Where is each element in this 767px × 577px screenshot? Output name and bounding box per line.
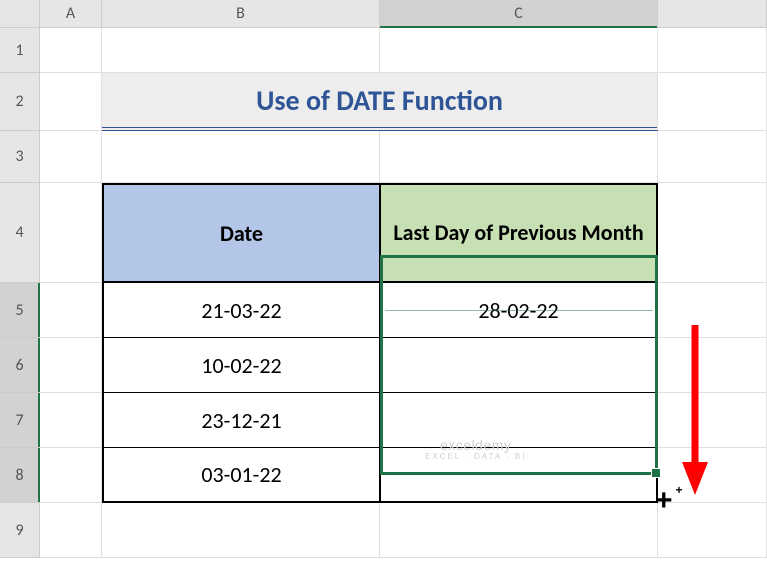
cell-D9[interactable] bbox=[658, 503, 767, 558]
row-header-6[interactable]: 6 bbox=[0, 338, 40, 393]
col-header-A[interactable]: A bbox=[40, 0, 102, 27]
col-header-C[interactable]: C bbox=[380, 0, 658, 27]
row-header-5[interactable]: 5 bbox=[0, 283, 40, 338]
cell-B5[interactable]: 21-03-22 bbox=[102, 283, 380, 338]
cell-C7[interactable] bbox=[380, 393, 658, 448]
cell-C8[interactable] bbox=[380, 448, 658, 503]
column-headers: A B C bbox=[0, 0, 767, 28]
row-header-8[interactable]: 8 bbox=[0, 448, 40, 503]
header-date[interactable]: Date bbox=[102, 183, 380, 283]
cell-A6[interactable] bbox=[40, 338, 102, 393]
grid-body: Use of DATE Function Date Last Day of Pr… bbox=[40, 28, 767, 558]
row-header-7[interactable]: 7 bbox=[0, 393, 40, 448]
cell-B8[interactable]: 03-01-22 bbox=[102, 448, 380, 503]
cell-C3[interactable] bbox=[380, 131, 658, 183]
col-header-D[interactable] bbox=[658, 0, 767, 27]
title-cell[interactable]: Use of DATE Function bbox=[102, 73, 658, 131]
cell-B3[interactable] bbox=[102, 131, 380, 183]
row-header-4[interactable]: 4 bbox=[0, 183, 40, 283]
cell-D4[interactable] bbox=[658, 183, 767, 283]
cell-D7[interactable] bbox=[658, 393, 767, 448]
cell-A8[interactable] bbox=[40, 448, 102, 503]
select-all-corner[interactable] bbox=[0, 0, 40, 27]
cell-D5[interactable] bbox=[658, 283, 767, 338]
cell-B6[interactable]: 10-02-22 bbox=[102, 338, 380, 393]
cell-A1[interactable] bbox=[40, 28, 102, 73]
cell-A2[interactable] bbox=[40, 73, 102, 131]
spreadsheet: A B C 1 2 3 4 5 6 7 8 9 Use of DATE Func… bbox=[0, 0, 767, 28]
row-header-3[interactable]: 3 bbox=[0, 131, 40, 183]
cell-A5[interactable] bbox=[40, 283, 102, 338]
row-header-1[interactable]: 1 bbox=[0, 28, 40, 73]
row-header-9[interactable]: 9 bbox=[0, 503, 40, 558]
cell-C1[interactable] bbox=[380, 28, 658, 73]
header-last-day[interactable]: Last Day of Previous Month bbox=[380, 183, 658, 283]
cell-B9[interactable] bbox=[102, 503, 380, 558]
cell-D8[interactable] bbox=[658, 448, 767, 503]
cell-D3[interactable] bbox=[658, 131, 767, 183]
cell-D1[interactable] bbox=[658, 28, 767, 73]
cell-A3[interactable] bbox=[40, 131, 102, 183]
cell-B1[interactable] bbox=[102, 28, 380, 73]
cell-D2[interactable] bbox=[658, 73, 767, 131]
cell-C9[interactable] bbox=[380, 503, 658, 558]
cell-A9[interactable] bbox=[40, 503, 102, 558]
cell-B7[interactable]: 23-12-21 bbox=[102, 393, 380, 448]
cell-A4[interactable] bbox=[40, 183, 102, 283]
cell-A7[interactable] bbox=[40, 393, 102, 448]
row-header-2[interactable]: 2 bbox=[0, 73, 40, 131]
cell-C5[interactable]: 28-02-22 bbox=[380, 283, 658, 338]
row-headers: 1 2 3 4 5 6 7 8 9 bbox=[0, 28, 40, 558]
cell-C6[interactable] bbox=[380, 338, 658, 393]
col-header-B[interactable]: B bbox=[102, 0, 380, 27]
cell-D6[interactable] bbox=[658, 338, 767, 393]
